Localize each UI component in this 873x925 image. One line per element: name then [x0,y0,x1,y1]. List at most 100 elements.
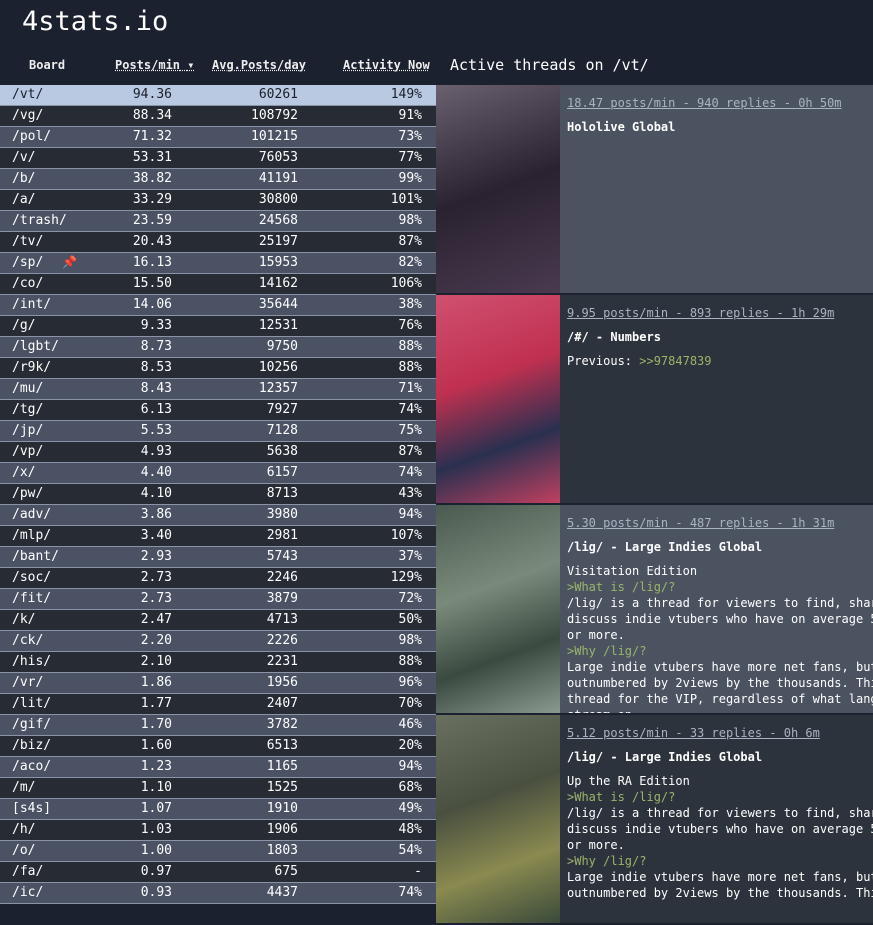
avg-posts-per-day: 25197 [258,234,298,249]
board-row[interactable]: /o/1.00 1803 54% [0,841,436,862]
posts-per-min: 71.32 [132,129,172,144]
threads-heading: Active threads on /vt/ [450,56,649,74]
thread-text-line: >Why /lig/? [567,853,873,869]
posts-per-min: 0.97 [140,864,172,879]
posts-per-min: 2.10 [140,654,172,669]
board-name: /tv/ [12,234,44,249]
board-row[interactable]: /x/4.40 6157 74% [0,463,436,484]
thread-thumbnail[interactable] [436,295,560,503]
activity-now: 68% [398,780,422,795]
thread-text-line: outnumbered by 2views by the thousands. … [567,885,873,901]
thread-meta-link[interactable]: 5.30 posts/min - 487 replies - 1h 31m [567,515,873,531]
avg-posts-per-day: 6157 [266,465,298,480]
avg-posts-per-day: 7128 [266,423,298,438]
board-row[interactable]: /h/1.03 1906 48% [0,820,436,841]
avg-posts-per-day: 8713 [266,486,298,501]
board-row[interactable]: /tg/6.13 7927 74% [0,400,436,421]
text: or more. [567,838,625,852]
thread-text-line: thread for the VIP, regardless of what l… [567,691,873,707]
board-row[interactable]: /ck/2.20 2226 98% [0,631,436,652]
board-row[interactable]: /sp/16.13 15953 82% 📌 [0,253,436,274]
board-row[interactable]: /a/33.29 30800 101% [0,190,436,211]
board-row[interactable]: /soc/2.73 2246 129% [0,568,436,589]
thread-thumbnail[interactable] [436,505,560,713]
thread-text-line: Visitation Edition [567,563,873,579]
column-avg-posts-day[interactable]: Avg.Posts/day [212,58,306,72]
activity-now: 101% [390,192,422,207]
board-name: /jp/ [12,423,44,438]
sort-desc-icon: ▾ [187,58,195,72]
board-name: /vt/ [12,87,44,102]
board-row[interactable]: /co/15.50 14162 106% [0,274,436,295]
posts-per-min: 0.93 [140,885,172,900]
board-row[interactable]: /gif/1.70 3782 46% [0,715,436,736]
board-row[interactable]: /jp/5.53 7128 75% [0,421,436,442]
board-row[interactable]: /int/14.06 35644 38% [0,295,436,316]
avg-posts-per-day: 2981 [266,528,298,543]
board-row[interactable]: [s4s] 1.07 1910 49% [0,799,436,820]
posts-per-min: 4.10 [140,486,172,501]
posts-per-min: 14.06 [132,297,172,312]
thread-meta-link[interactable]: 18.47 posts/min - 940 replies - 0h 50m [567,95,873,111]
thread-text-line: outnumbered by 2views by the thousands. … [567,675,873,691]
board-row[interactable]: /r9k/8.53 10256 88% [0,358,436,379]
board-name: /int/ [12,297,52,312]
boards-table: /vt/94.36 60261 149% /vg/88.34 108792 91% /pol… [0,85,436,904]
activity-now: - [414,864,422,879]
board-row[interactable]: /pol/71.32 101215 73% [0,127,436,148]
board-row[interactable]: /k/2.47 4713 50% [0,610,436,631]
column-posts-min[interactable]: Posts/min ▾ [115,58,195,72]
thread-thumbnail[interactable] [436,85,560,293]
posts-per-min: 23.59 [132,213,172,228]
board-name: /bant/ [12,549,59,564]
activity-now: 72% [398,591,422,606]
board-row[interactable]: /mu/8.43 12357 71% [0,379,436,400]
activity-now: 82% [398,255,422,270]
board-row[interactable]: /adv/3.86 3980 94% [0,505,436,526]
board-row[interactable]: /aco/1.23 1165 94% [0,757,436,778]
board-name: [s4s] [12,801,52,816]
board-row[interactable]: /v/53.31 76053 77% [0,148,436,169]
greentext[interactable]: >>97847839 [639,354,711,368]
activity-now: 129% [390,570,422,585]
board-row[interactable]: /lgbt/8.73 9750 88% [0,337,436,358]
board-row[interactable]: /m/1.10 1525 68% [0,778,436,799]
thread-text-line: Up the RA Edition [567,773,873,789]
activity-now: 96% [398,675,422,690]
board-row[interactable]: /fa/0.97 675 - [0,862,436,883]
board-row[interactable]: /vr/1.86 1956 96% [0,673,436,694]
posts-per-min: 2.20 [140,633,172,648]
activity-now: 88% [398,360,422,375]
avg-posts-per-day: 1525 [266,780,298,795]
avg-posts-per-day: 35644 [258,297,298,312]
thread-meta-link[interactable]: 9.95 posts/min - 893 replies - 1h 29m [567,305,873,321]
board-row[interactable]: /vg/88.34 108792 91% [0,106,436,127]
thread-text-line: Large indie vtubers have more net fans, … [567,659,873,675]
avg-posts-per-day: 108792 [251,108,298,123]
board-row[interactable]: /trash/23.59 24568 98% [0,211,436,232]
board-row[interactable]: /tv/20.43 25197 87% [0,232,436,253]
activity-now: 38% [398,297,422,312]
board-row[interactable]: /g/9.33 12531 76% [0,316,436,337]
pin-icon: 📌 [62,255,77,269]
board-row[interactable]: /his/2.10 2231 88% [0,652,436,673]
avg-posts-per-day: 4713 [266,612,298,627]
thread-meta-link[interactable]: 5.12 posts/min - 33 replies - 0h 6m [567,725,873,741]
avg-posts-per-day: 15953 [258,255,298,270]
column-activity-now[interactable]: Activity Now [343,58,430,72]
avg-posts-per-day: 675 [274,864,298,879]
site-title[interactable]: 4stats.io [22,6,168,37]
board-row[interactable]: /mlp/3.40 2981 107% [0,526,436,547]
board-row[interactable]: /bant/2.93 5743 37% [0,547,436,568]
board-row[interactable]: /biz/1.60 6513 20% [0,736,436,757]
board-row[interactable]: /b/38.82 41191 99% [0,169,436,190]
board-row[interactable]: /pw/4.10 8713 43% [0,484,436,505]
board-row[interactable]: /lit/1.77 2407 70% [0,694,436,715]
board-row[interactable]: /fit/2.73 3879 72% [0,589,436,610]
posts-per-min: 16.13 [132,255,172,270]
board-row[interactable]: /vp/4.93 5638 87% [0,442,436,463]
board-row[interactable]: /ic/0.93 4437 74% [0,883,436,904]
threads-list: 18.47 posts/min - 940 replies - 0h 50m Ho… [436,85,873,925]
thread-text-line: discuss indie vtubers who have on averag… [567,611,873,627]
board-row[interactable]: /vt/94.36 60261 149% [0,85,436,106]
